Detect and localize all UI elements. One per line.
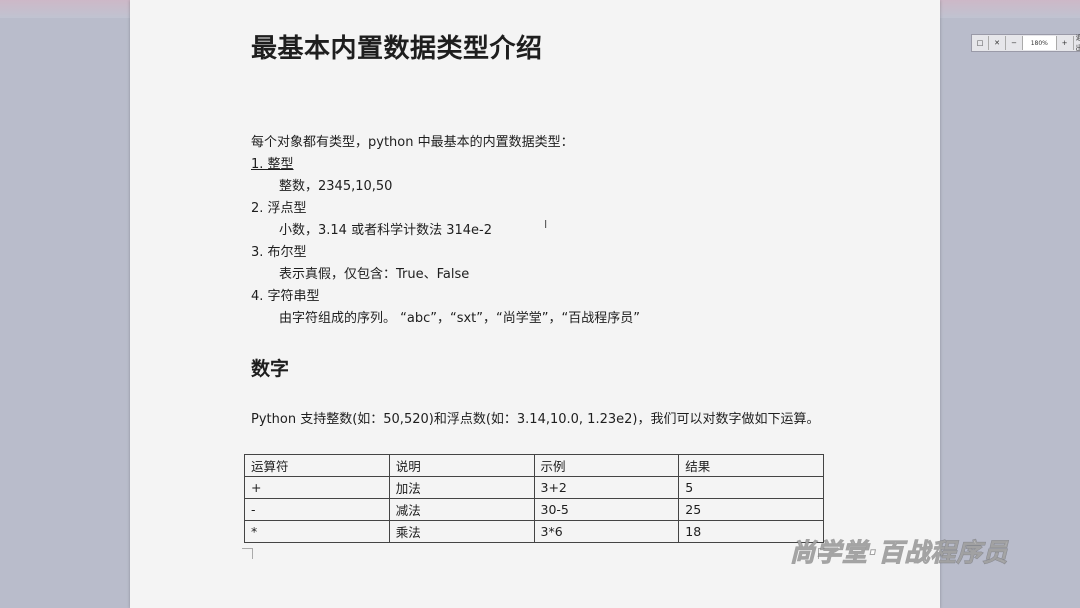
table-cell: 乘法 [388,520,535,543]
table-cell: 5 [678,476,824,499]
table-cell: - [244,498,390,521]
page-corner-mark [242,548,253,559]
table-cell: 加法 [388,476,535,499]
table-header-cell: 示例 [533,454,680,477]
zoom-toolbar: □ ✕ − 180% + 退出 [971,34,1080,52]
table-cell: 3+2 [533,476,680,499]
list-item-int-label: 1. 整型 [251,154,294,176]
close-icon[interactable]: ✕ [989,36,1006,50]
restore-icon[interactable]: □ [972,36,989,50]
table-row: * 乘法 3*6 18 [244,520,824,543]
section-paragraph: Python 支持整数(如：50,520)和浮点数(如：3.14,10.0, 1… [251,412,820,427]
table-header-cell: 运算符 [244,454,390,477]
viewer-window: 最基本内置数据类型介绍 每个对象都有类型，python 中最基本的内置数据类型：… [0,0,1080,608]
table-cell: + [244,476,390,499]
list-item-bool-label: 3. 布尔型 [251,245,307,260]
text-cursor-icon: I [544,218,548,231]
list-item-float-desc: 小数，3.14 或者科学计数法 314e-2 [279,223,492,238]
list-item-str-label: 4. 字符串型 [251,289,320,304]
list-item-bool-desc: 表示真假，仅包含：True、False [279,267,470,282]
table-cell: 3*6 [533,520,680,543]
table-header-cell: 结果 [678,454,824,477]
intro-text: 每个对象都有类型，python 中最基本的内置数据类型： [251,135,574,150]
exit-button[interactable]: 退出 [1074,34,1080,52]
table-cell: 减法 [388,498,535,521]
table-header-cell: 说明 [388,454,535,477]
zoom-in-icon[interactable]: + [1057,36,1074,50]
list-item-int-desc: 整数，2345,10,50 [279,179,393,194]
operators-table: 运算符 说明 示例 结果 + 加法 3+2 5 - 减法 30-5 25 * 乘… [244,454,824,543]
document-page: 最基本内置数据类型介绍 每个对象都有类型，python 中最基本的内置数据类型：… [130,0,940,608]
table-header-row: 运算符 说明 示例 结果 [244,454,824,477]
table-cell: 25 [678,498,824,521]
table-cell: * [244,520,390,543]
table-cell: 30-5 [533,498,680,521]
list-item-label: 1. 整型 [251,157,294,172]
watermark-logo: 尚学堂·百战程序员 [790,538,1009,568]
zoom-level[interactable]: 180% [1023,36,1057,50]
zoom-out-icon[interactable]: − [1006,36,1023,50]
page-title: 最基本内置数据类型介绍 [251,34,543,64]
table-row: + 加法 3+2 5 [244,476,824,499]
section-title: 数字 [251,358,290,380]
table-row: - 减法 30-5 25 [244,498,824,521]
list-item-float-label: 2. 浮点型 [251,201,307,216]
list-item-str-desc: 由字符组成的序列。 “abc”，“sxt”，“尚学堂”，“百战程序员” [279,311,640,326]
